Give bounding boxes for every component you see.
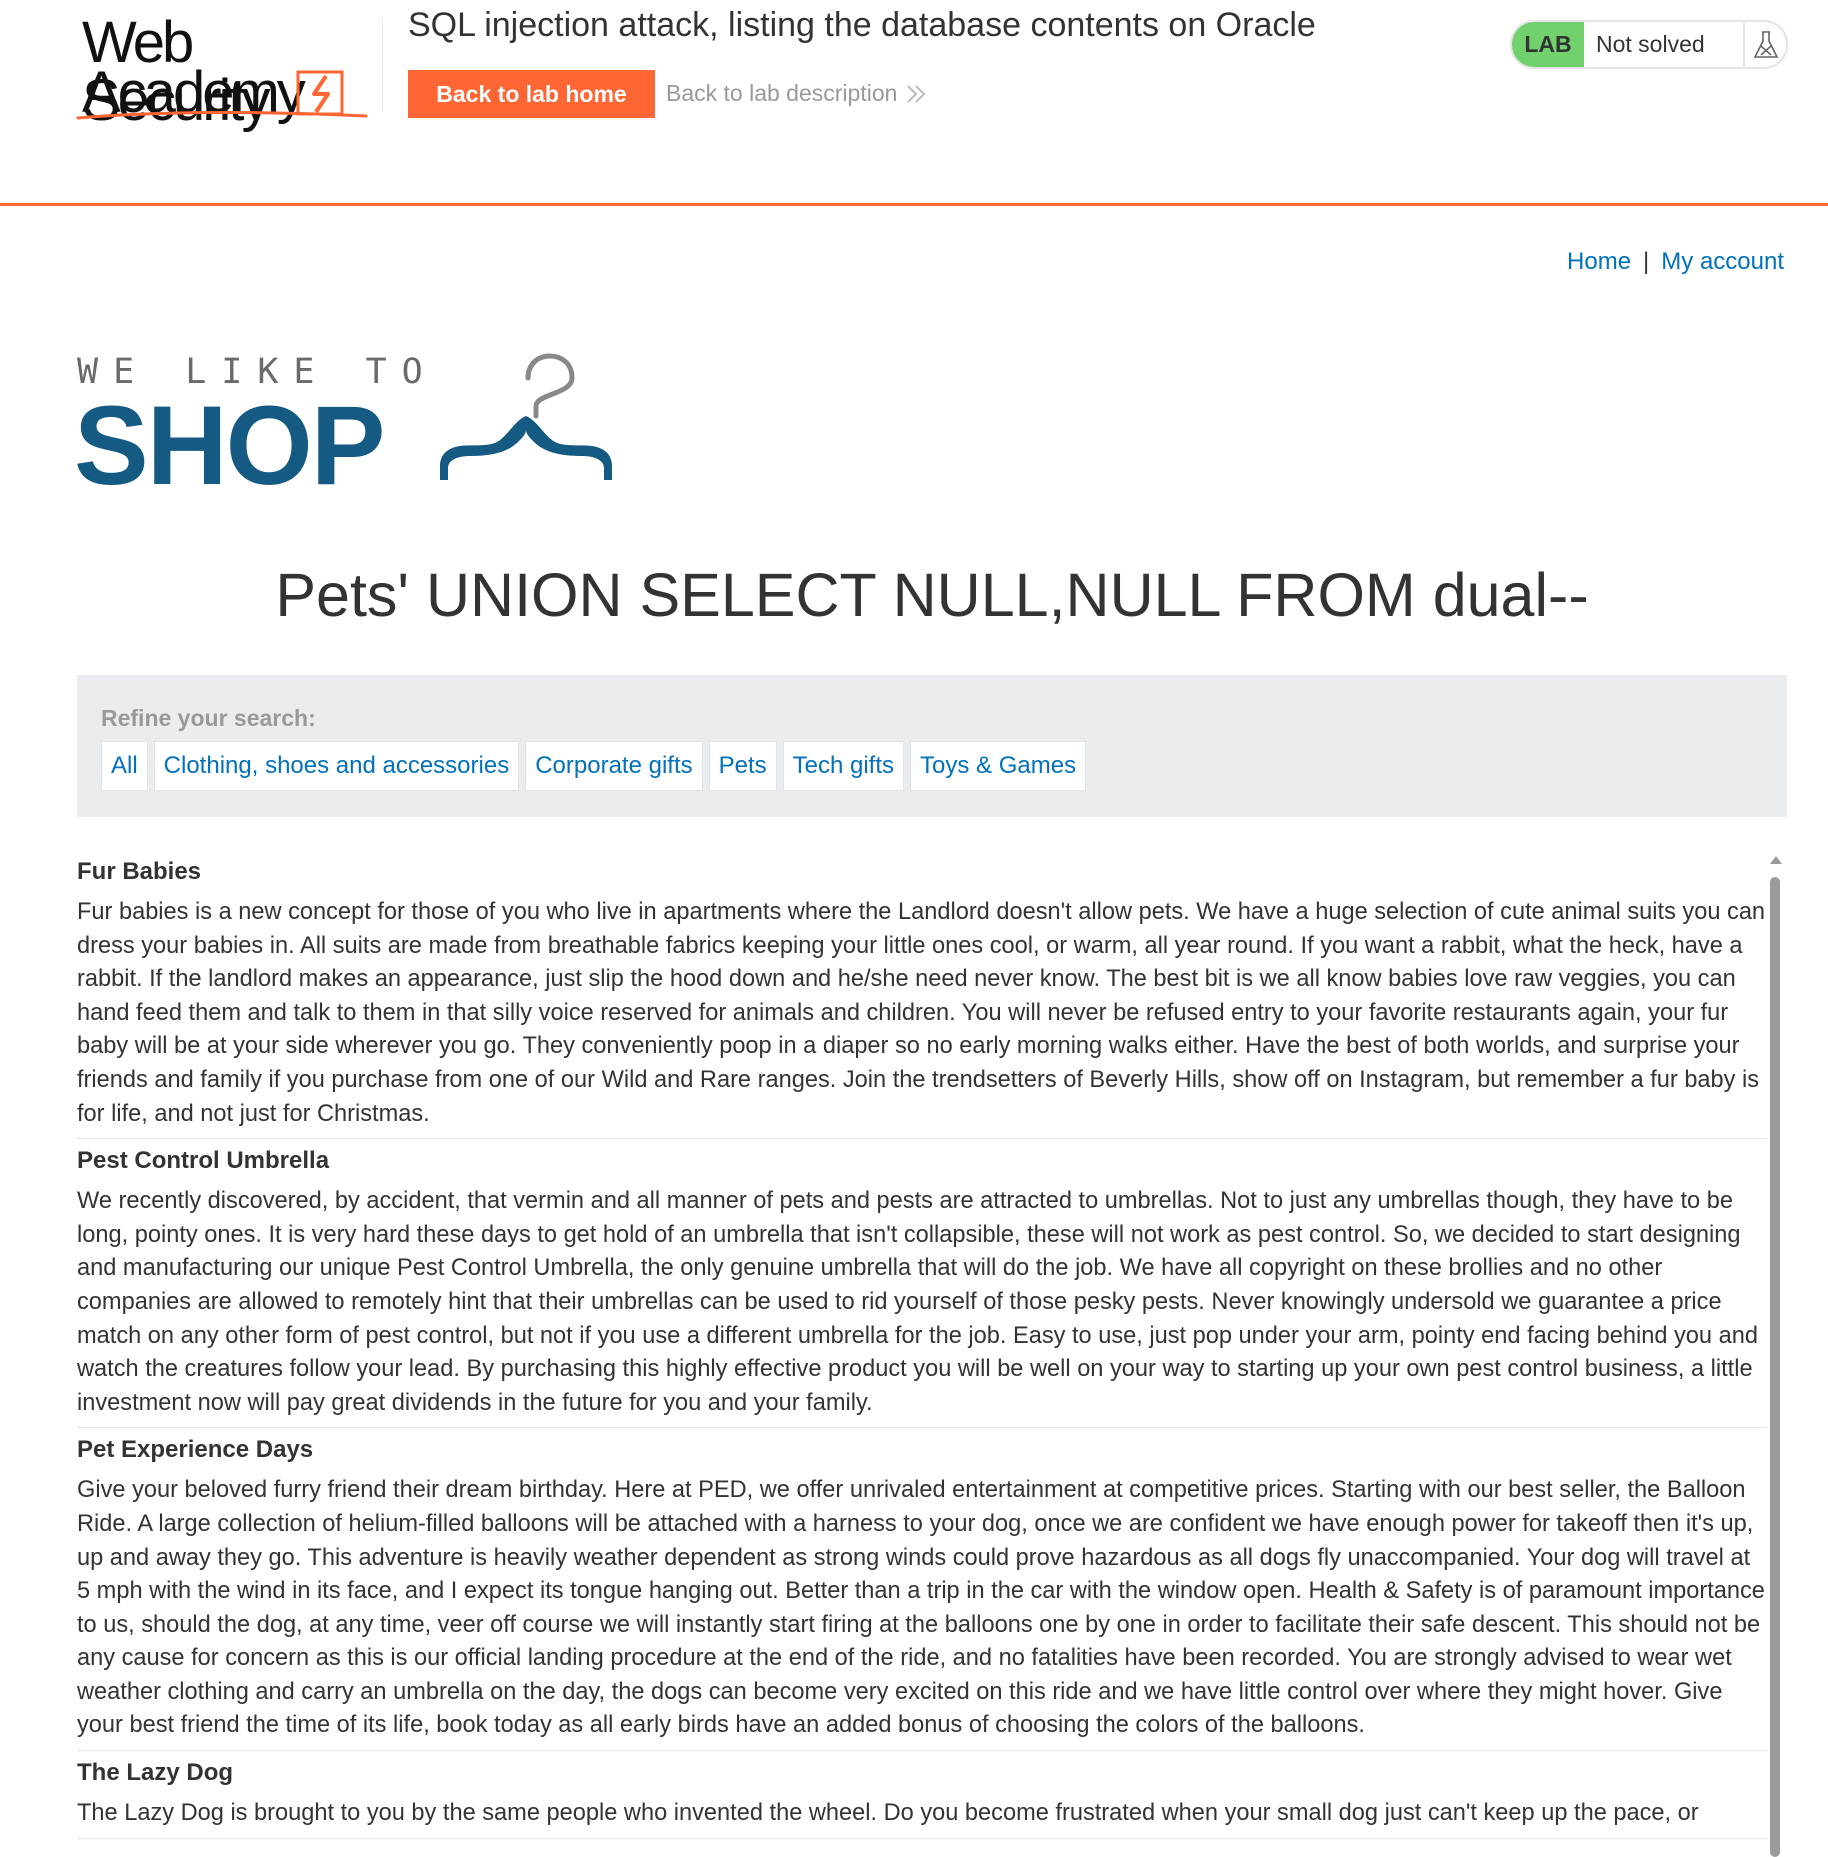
scrollbar-thumb[interactable] xyxy=(1770,877,1780,1857)
filter-toys-games[interactable]: Toys & Games xyxy=(910,741,1087,791)
product-description: Give your beloved furry friend their dre… xyxy=(77,1477,1765,1739)
header-divider xyxy=(382,20,383,112)
hanger-icon xyxy=(440,353,612,480)
nav-my-account-link[interactable]: My account xyxy=(1661,248,1784,275)
back-to-lab-home-button[interactable]: Back to lab home xyxy=(408,70,655,118)
top-nav: Home | My account xyxy=(1567,248,1784,276)
nav-home-link[interactable]: Home xyxy=(1567,248,1631,275)
filter-tech-gifts[interactable]: Tech gifts xyxy=(782,741,905,791)
results-table: Fur Babies Fur babies is a new concept f… xyxy=(77,850,1767,1844)
lab-status-text: Not solved xyxy=(1584,22,1745,67)
product-name: Pet Experience Days xyxy=(77,1436,314,1464)
filter-pets[interactable]: Pets xyxy=(708,741,777,791)
filter-panel: Refine your search: All Clothing, shoes … xyxy=(77,675,1787,817)
filter-corporate-gifts[interactable]: Corporate gifts xyxy=(525,741,703,791)
product-description: Fur babies is a new concept for those of… xyxy=(77,899,1766,1127)
back-to-lab-description-link[interactable]: Back to lab description xyxy=(666,80,927,107)
table-row: Pet Experience Days Give your beloved fu… xyxy=(77,1428,1767,1752)
flask-icon xyxy=(1745,22,1786,67)
product-description: We recently discovered, by accident, tha… xyxy=(77,1188,1758,1416)
refine-search-label: Refine your search: xyxy=(101,705,316,731)
scroll-up-arrow-icon[interactable] xyxy=(1767,855,1784,867)
table-row: Pest Control Umbrella We recently discov… xyxy=(77,1139,1767,1429)
results-scrollbar[interactable] xyxy=(1767,855,1784,1857)
web-security-academy-logo[interactable]: Web Security Academy xyxy=(76,12,382,130)
academy-header: Web Security Academy SQL injection attac… xyxy=(0,0,1828,206)
nav-separator: | xyxy=(1643,248,1650,275)
category-filters: All Clothing, shoes and accessories Corp… xyxy=(101,741,1087,791)
lab-status-widget: LAB Not solved xyxy=(1510,20,1788,69)
product-name: Pest Control Umbrella xyxy=(77,1147,330,1175)
table-row: The Lazy Dog The Lazy Dog is brought to … xyxy=(77,1751,1767,1839)
lightning-bolt-icon xyxy=(76,70,368,120)
table-row: Fur Babies Fur babies is a new concept f… xyxy=(77,850,1767,1140)
shop-logo-wordmark: SHOP xyxy=(74,383,385,508)
double-chevron-right-icon xyxy=(907,84,926,103)
product-description: The Lazy Dog is brought to you by the sa… xyxy=(77,1800,1699,1827)
filter-clothing[interactable]: Clothing, shoes and accessories xyxy=(153,741,520,791)
search-results-heading: Pets' UNION SELECT NULL,NULL FROM dual-- xyxy=(275,561,1589,629)
product-name: The Lazy Dog xyxy=(77,1759,234,1787)
filter-all[interactable]: All xyxy=(101,741,148,791)
lab-title: SQL injection attack, listing the databa… xyxy=(408,6,1316,44)
shop-logo: WE LIKE TO SHOP xyxy=(74,350,616,504)
lab-badge: LAB xyxy=(1512,22,1584,67)
back-to-lab-description-label: Back to lab description xyxy=(666,80,898,106)
product-name: Fur Babies xyxy=(77,858,202,885)
